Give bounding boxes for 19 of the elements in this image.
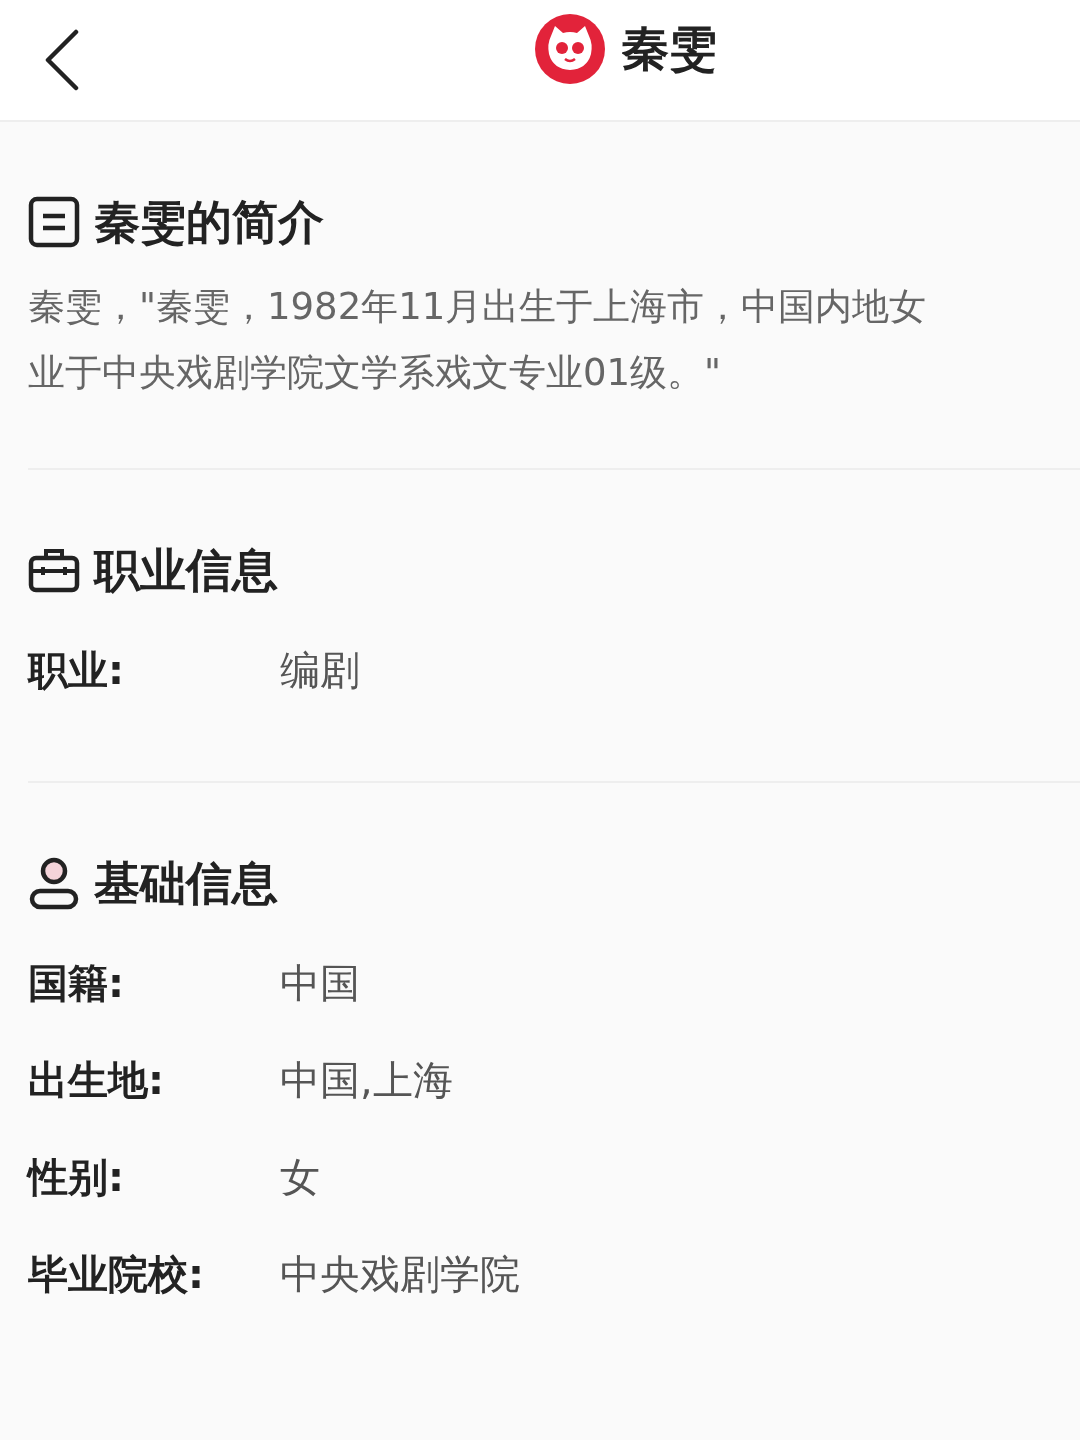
person-icon [28, 856, 80, 910]
intro-text: 秦雯，"秦雯，1982年11月出生于上海市，中国内地女 业于中央戏剧学院文学系戏文专业01级。" [28, 284, 928, 396]
field-label: 性别: [28, 1153, 125, 1202]
section-title: 职业信息 [94, 542, 278, 599]
document-icon [28, 196, 80, 248]
page-title: 秦雯 [621, 19, 717, 78]
field-label: 毕业院校: [28, 1250, 205, 1299]
field-label: 出生地: [28, 1056, 165, 1105]
cat-logo-icon [535, 14, 605, 84]
section-title: 秦雯的简介 [94, 194, 324, 251]
field-value: 中央戏剧学院 [280, 1250, 520, 1299]
briefcase-icon [28, 547, 80, 593]
field-value: 中国,上海 [280, 1056, 453, 1105]
section-title: 基础信息 [94, 855, 278, 912]
field-label: 职业: [28, 646, 125, 695]
field-value: 编剧 [280, 646, 360, 695]
field-label: 国籍: [28, 959, 125, 1008]
field-value: 女 [280, 1153, 320, 1202]
field-value: 中国 [280, 959, 360, 1008]
